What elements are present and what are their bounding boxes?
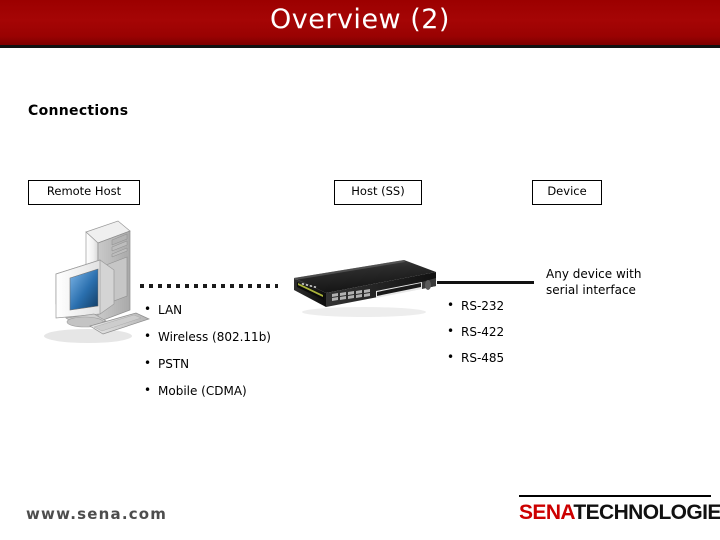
label-box-host-ss: Host (SS) xyxy=(334,180,422,205)
list-item: LAN xyxy=(144,302,271,317)
logo-divider-rule xyxy=(519,495,711,497)
serial-connection-solid-line xyxy=(437,281,534,284)
device-server-icon xyxy=(276,258,446,320)
sena-technologies-logo: SENATECHNOLOGIES xyxy=(519,495,720,529)
serial-types-list: RS-232 RS-422 RS-485 xyxy=(447,298,504,377)
label-box-device: Device xyxy=(532,180,602,205)
list-item: RS-422 xyxy=(447,324,504,339)
connection-types-list: LAN Wireless (802.11b) PSTN Mobile (CDMA… xyxy=(144,302,271,411)
device-caption-line-1: Any device with xyxy=(546,267,642,281)
device-caption: Any device with serial interface xyxy=(546,266,706,298)
section-heading-connections: Connections xyxy=(28,103,129,119)
list-item: Wireless (802.11b) xyxy=(144,329,271,344)
network-connection-dotted-line xyxy=(140,284,278,288)
label-box-remote-host: Remote Host xyxy=(28,180,140,205)
list-item: RS-232 xyxy=(447,298,504,313)
slide-title-banner: Overview (2) xyxy=(0,0,720,48)
page-title: Overview (2) xyxy=(270,4,450,35)
list-item: PSTN xyxy=(144,356,271,371)
logo-word-technologies: TECHNOLOGIES xyxy=(573,501,720,524)
list-item: RS-485 xyxy=(447,350,504,365)
footer-website-url: www.sena.com xyxy=(26,505,168,523)
logo-word-sena: SENA xyxy=(519,501,574,524)
device-caption-line-2: serial interface xyxy=(546,283,636,297)
list-item: Mobile (CDMA) xyxy=(144,383,271,398)
logo-wordmark: SENATECHNOLOGIES xyxy=(519,501,720,525)
